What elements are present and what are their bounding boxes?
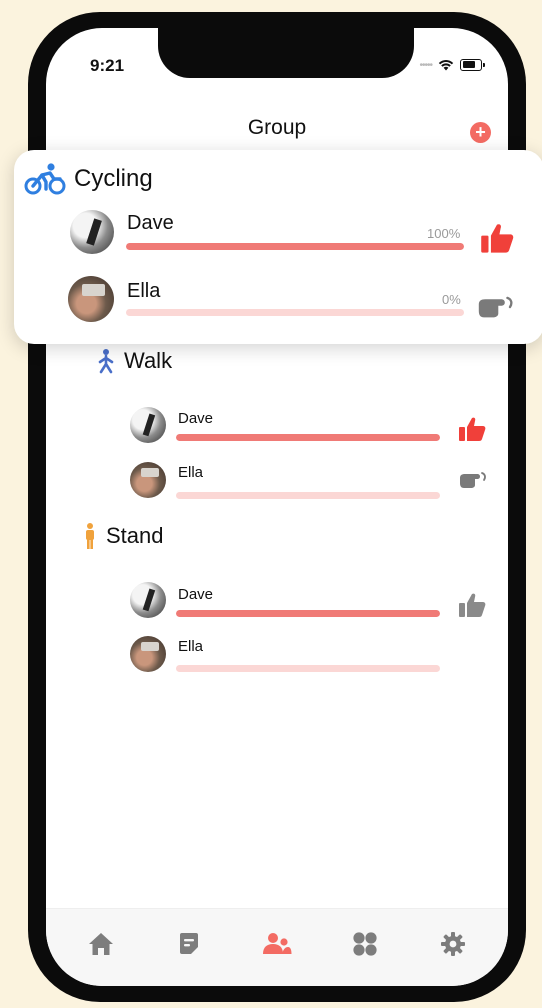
tab-settings[interactable] — [438, 929, 468, 959]
progress-fill — [126, 243, 464, 250]
grid-icon — [353, 932, 377, 956]
avatar — [70, 210, 114, 254]
progress-bar — [176, 492, 440, 499]
settings-gear-icon — [441, 932, 465, 956]
avatar — [68, 276, 114, 322]
cycling-icon — [24, 163, 66, 195]
progress-bar — [126, 309, 464, 316]
add-group-button[interactable]: + — [470, 122, 491, 143]
section-name: Stand — [106, 523, 164, 548]
progress-fill — [176, 610, 440, 617]
pointing-hand-icon[interactable] — [476, 294, 518, 320]
page-title: Group — [247, 116, 307, 139]
pointing-hand-icon[interactable] — [458, 470, 490, 490]
member-name: Ella — [178, 464, 204, 481]
status-time: 9:21 — [90, 56, 125, 75]
member-row[interactable]: Dave — [46, 402, 508, 450]
progress-percent: 0% — [442, 292, 461, 307]
section-stand-title: Stand — [82, 522, 164, 550]
member-row[interactable]: Ella 0% — [14, 272, 542, 326]
tab-notes[interactable] — [174, 929, 204, 959]
avatar — [130, 636, 166, 672]
member-name: Ella — [178, 638, 204, 655]
notch — [158, 28, 414, 78]
progress-bar — [176, 610, 440, 617]
progress-bar — [176, 434, 440, 441]
status-icons: ••••• — [419, 58, 485, 71]
member-name: Dave — [127, 212, 174, 234]
member-name: Ella — [127, 280, 161, 302]
thumbs-up-icon[interactable] — [458, 416, 486, 442]
section-name: Walk — [124, 348, 173, 373]
member-row[interactable]: Ella — [46, 632, 508, 680]
section-walk-title: Walk — [96, 348, 172, 374]
member-name: Dave — [178, 586, 214, 603]
tab-home[interactable] — [86, 929, 116, 959]
tab-group[interactable] — [262, 929, 292, 959]
progress-percent: 100% — [427, 226, 461, 241]
plus-circle-icon: + — [475, 122, 486, 142]
wifi-icon — [438, 59, 454, 70]
avatar — [130, 407, 166, 443]
cycling-card[interactable]: Cycling Dave 100% Ella 0% — [14, 150, 542, 344]
battery-icon — [460, 58, 485, 71]
avatar — [130, 582, 166, 618]
home-icon — [89, 933, 113, 955]
notes-icon — [180, 933, 198, 954]
group-icon — [263, 933, 292, 954]
member-row[interactable]: Dave 100% — [14, 206, 542, 260]
tab-bar — [46, 908, 508, 986]
tab-grid[interactable] — [350, 929, 380, 959]
walking-icon — [98, 349, 114, 374]
thumbs-up-icon[interactable] — [458, 592, 486, 618]
standing-person-icon — [86, 523, 94, 549]
member-name: Dave — [178, 410, 214, 427]
progress-bar — [126, 243, 464, 250]
progress-fill — [176, 434, 440, 441]
section-name: Cycling — [74, 165, 153, 192]
section-cycling-title: Cycling — [24, 162, 153, 196]
avatar — [130, 462, 166, 498]
member-row[interactable]: Ella — [46, 456, 508, 504]
thumbs-up-icon[interactable] — [480, 222, 514, 254]
member-row[interactable]: Dave — [46, 576, 508, 624]
signal-icon: ••••• — [419, 60, 432, 71]
progress-bar — [176, 665, 440, 672]
